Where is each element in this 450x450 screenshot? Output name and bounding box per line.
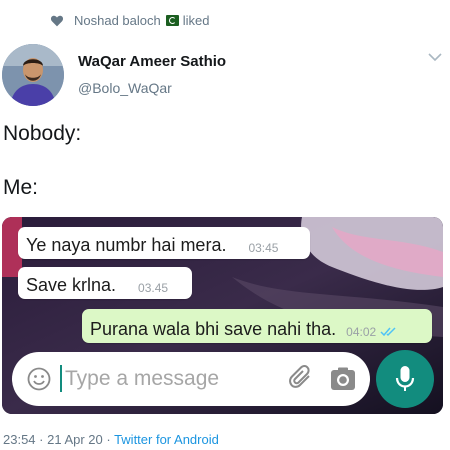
author-handle[interactable]: @Bolo_WaQar [78, 80, 172, 96]
author-display-name[interactable]: WaQar Ameer Sathio [78, 53, 226, 70]
avatar-image [2, 44, 64, 106]
tweet-text-line-2: Me: [3, 176, 39, 199]
message-time: 04:02 [346, 325, 377, 339]
chat-screenshot[interactable]: Ye naya numbr hai mera. 03:45 Save krlna… [2, 217, 443, 414]
text-cursor [60, 365, 62, 392]
camera-icon[interactable] [330, 366, 356, 392]
message-text: Ye naya numbr hai mera. [26, 235, 227, 255]
chevron-down-icon[interactable] [428, 52, 442, 62]
tweet-text-line-1: Nobody: [3, 122, 82, 145]
chat-message-incoming[interactable]: Save krlna. 03.45 [18, 267, 192, 299]
mic-icon [395, 366, 415, 391]
emoji-icon[interactable] [27, 367, 51, 391]
chat-message-incoming[interactable]: Ye naya numbr hai mera. 03:45 [18, 227, 310, 259]
message-input[interactable]: Type a message [12, 352, 370, 406]
heart-icon [50, 15, 64, 26]
pakistan-flag-icon [165, 14, 179, 26]
attach-icon[interactable] [289, 365, 315, 393]
social-context: Noshad baloch liked [50, 11, 209, 29]
avatar[interactable] [2, 44, 64, 106]
message-time: 03.45 [138, 281, 169, 295]
message-input-placeholder: Type a message [65, 367, 220, 390]
double-check-icon [380, 327, 396, 337]
tweet-source-link[interactable]: Twitter for Android [114, 432, 219, 447]
tweet-timestamp: 23:54 · 21 Apr 20 · [3, 432, 115, 447]
tweet-metadata: 23:54 · 21 Apr 20 · Twitter for Android [3, 432, 219, 447]
liked-label: liked [182, 12, 210, 28]
message-text: Save krlna. [26, 275, 117, 295]
liker-name[interactable]: Noshad baloch [74, 13, 161, 28]
chat-message-outgoing[interactable]: Purana wala bhi save nahi tha. 04:02 [82, 309, 432, 343]
voice-record-button[interactable] [376, 350, 434, 408]
message-time: 03:45 [248, 241, 279, 255]
message-text: Purana wala bhi save nahi tha. [90, 319, 337, 339]
